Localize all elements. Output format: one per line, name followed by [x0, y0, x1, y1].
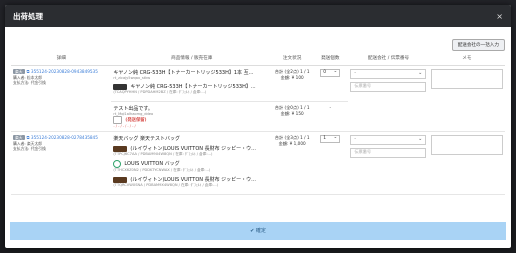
product-thumbnail [113, 176, 128, 183]
column-header-detail: 詳細 [11, 51, 112, 66]
image-placeholder-icon [113, 115, 123, 124]
modal-header: 出荷処理 × [5, 5, 511, 27]
shipping-hold-label: (発送保留) [125, 117, 147, 123]
product-stock-info[interactable]: (TCAQPYHHN / PDPDAHM2BZ / 在庫: ﾀﾞﾌｪﾙﾄ / 倉… [113, 90, 270, 95]
payment-method: 代金引換 [30, 79, 46, 85]
column-header-memo: メモ [428, 51, 505, 66]
payment-method: 代金引換 [30, 145, 46, 151]
memo-textarea[interactable] [430, 68, 503, 89]
tracking-number-input[interactable]: 伝票番号 [350, 147, 427, 158]
product-title: キヤノン純 CRG-533H【トナーカートリッジ533H】... [130, 83, 256, 90]
order-id-link[interactable]: 355124-20230828-0943849535 [31, 69, 98, 74]
payment-label: 支払方法: [13, 79, 30, 85]
column-header-status: 注文状況 [272, 51, 313, 66]
product-title: LOUIS VUITTON バッグ [124, 160, 180, 167]
product-stock-info[interactable]: (TTQRCVWXSNA / PDBAM9X4W8QN / 在庫: ﾀﾞﾌｪﾙﾄ… [113, 183, 270, 188]
modal-title: 出荷処理 [13, 11, 43, 21]
order-total-count: 合計 (全0点) 1 / 1 [274, 104, 310, 110]
column-header-quantity: 発送個数 [312, 51, 349, 66]
stock-info-empty: - / - / - / - / - / [113, 123, 136, 128]
quantity-select[interactable]: 1 [320, 134, 341, 143]
product-title: テスト出品です。 [113, 105, 153, 112]
order-total-count: 合計 (全3点) 1 / 1 [274, 134, 310, 140]
shipping-modal: 出荷処理 × 配送会社の一括入力 詳細 商品情報 / 販売在庫 注文状況 発送個… [5, 5, 511, 248]
memo-textarea[interactable] [430, 134, 503, 155]
quantity-value: - [312, 101, 349, 132]
order-total-count: 合計 (全2点) 1 / 1 [274, 68, 310, 74]
order-amount: 金額: ¥ 100 [280, 74, 304, 80]
product-stock-info[interactable]: (TTHCX6Z0N2 / PDDKTYCNWAX / 在庫: ﾀﾞﾌｪﾙﾄ /… [113, 168, 270, 173]
batch-carrier-input-button[interactable]: 配送会社の一括入力 [451, 39, 505, 51]
order-amount: 金額: ¥ 1,000 [278, 140, 306, 146]
column-header-product: 商品情報 / 販売在庫 [111, 51, 273, 66]
product-title: 楽天バッグ 楽天テストバッグ [113, 135, 180, 142]
confirm-button[interactable]: ✔ 確定 [10, 222, 506, 240]
product-title: (ルイヴィトン)LOUIS VUITTON 長財布 ジッピー・ウ... [130, 176, 256, 183]
table-row: 楽天 ⧉ 355124-20230828-0943849535 購入者: 松本太郎… [11, 65, 505, 132]
payment-label: 支払方法: [13, 145, 30, 151]
tracking-number-input[interactable]: 伝票番号 [350, 81, 427, 92]
column-header-carrier: 配送会社 / 伝票番号 [348, 51, 429, 66]
order-amount: 金額: ¥ 150 [280, 110, 304, 116]
product-sku: rt_zicajy5wqax_stkw [113, 75, 151, 80]
product-stock-info[interactable]: (TTPCJ6C7AA / PDBAM9X4W8QN / 在庫: ﾀﾞﾌｪﾙﾄ … [113, 152, 270, 157]
table-row: 楽天 ⧉ 355124-20230828-0278435845 購入者: 楽天太郎… [11, 131, 505, 195]
product-title: (ルイヴィトン)LOUIS VUITTON 長財布 ジッピー・ウ... [130, 145, 256, 152]
carrier-select[interactable]: - [350, 68, 427, 79]
close-icon[interactable]: × [496, 12, 503, 21]
product-thumbnail [113, 145, 128, 152]
order-id-link[interactable]: 355124-20230828-0278435845 [31, 135, 98, 140]
store-badge: 楽天 [13, 68, 25, 74]
quantity-select[interactable]: 0 [320, 68, 341, 77]
product-thumbnail [113, 159, 122, 168]
carrier-select[interactable]: - [350, 134, 427, 145]
product-thumbnail [113, 83, 128, 90]
store-badge: 楽天 [13, 134, 25, 140]
product-title: キヤノン純 CRG-533H【トナーカートリッジ533H】1本 互... [113, 69, 254, 76]
orders-table: 詳細 商品情報 / 販売在庫 注文状況 発送個数 配送会社 / 伝票番号 メモ … [11, 51, 505, 195]
